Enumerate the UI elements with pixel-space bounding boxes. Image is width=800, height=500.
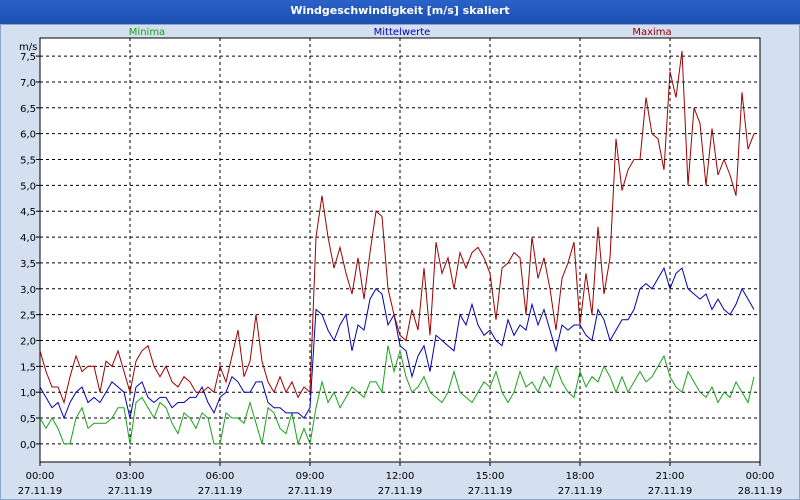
y-tick-label: 5,5	[20, 156, 36, 167]
y-tick-label: 7,5	[20, 52, 36, 63]
legend: Minima Mittelwerte Maxima	[129, 27, 672, 38]
x-tick-time-label: 06:00	[206, 471, 235, 482]
x-tick-date-label: 27.11.19	[108, 486, 153, 497]
wind-speed-chart: m/s 0,00,51,01,52,02,53,03,54,04,55,05,5…	[18, 27, 783, 497]
y-tick-label: 1,5	[20, 362, 36, 373]
y-tick-label: 0,0	[20, 440, 36, 451]
y-tick-label: 1,0	[20, 388, 36, 399]
x-tick-date-label: 27.11.19	[378, 486, 423, 497]
x-tick-date-label: 27.11.19	[468, 486, 513, 497]
legend-minima: Minima	[129, 27, 165, 38]
x-tick-date-label: 27.11.19	[18, 486, 63, 497]
x-tick-time-label: 15:00	[476, 471, 505, 482]
y-tick-label: 2,5	[20, 311, 36, 322]
y-tick-label: 0,5	[20, 414, 36, 425]
y-tick-label: 6,5	[20, 104, 36, 115]
x-tick-date-label: 27.11.19	[648, 486, 693, 497]
y-tick-label: 7,0	[20, 78, 36, 89]
x-tick-time-label: 21:00	[656, 471, 685, 482]
y-tick-label: 3,0	[20, 285, 36, 296]
y-tick-label: 2,0	[20, 336, 36, 347]
x-tick-time-label: 12:00	[386, 471, 415, 482]
y-axis: m/s 0,00,51,01,52,02,53,03,54,04,55,05,5…	[19, 42, 40, 451]
y-tick-label: 5,0	[20, 181, 36, 192]
x-tick-time-label: 09:00	[296, 471, 325, 482]
x-tick-time-label: 00:00	[26, 471, 55, 482]
legend-mittelwerte: Mittelwerte	[374, 27, 431, 38]
x-tick-time-label: 18:00	[566, 471, 595, 482]
x-tick-date-label: 27.11.19	[288, 486, 333, 497]
x-tick-time-label: 00:00	[746, 471, 775, 482]
x-tick-date-label: 28.11.19	[738, 486, 783, 497]
x-tick-date-label: 27.11.19	[198, 486, 243, 497]
y-tick-label: 6,0	[20, 130, 36, 141]
y-tick-label: 3,5	[20, 259, 36, 270]
y-tick-label: 4,5	[20, 207, 36, 218]
y-tick-label: 4,0	[20, 233, 36, 244]
x-axis: 00:00 27.11.19 03:00 27.11.19 06:00 27.11.19 0…	[18, 462, 783, 497]
x-tick-time-label: 03:00	[116, 471, 145, 482]
legend-maxima: Maxima	[632, 27, 671, 38]
x-tick-date-label: 27.11.19	[558, 486, 603, 497]
